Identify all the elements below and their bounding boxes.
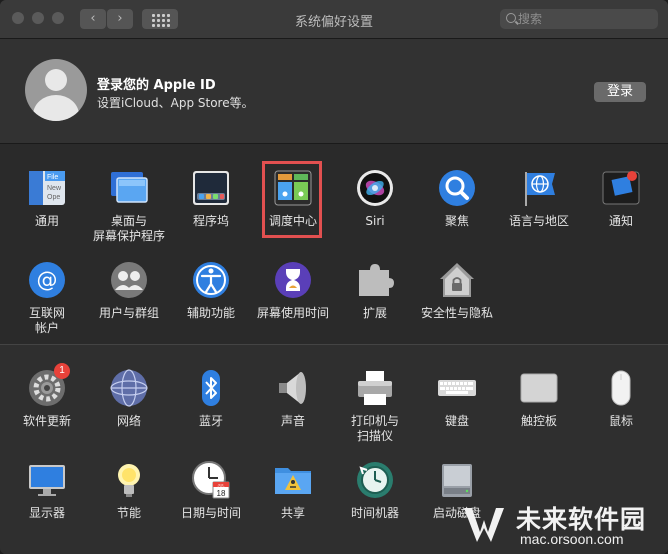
avatar bbox=[25, 59, 87, 121]
pref-label: 键盘 bbox=[444, 414, 469, 428]
pref-label: 鼠标 bbox=[608, 414, 633, 428]
pref-sharing[interactable]: 共享 bbox=[252, 460, 334, 521]
pref-accessibility[interactable]: 辅助功能 bbox=[170, 260, 252, 321]
date-time-icon: JUL 18 bbox=[191, 460, 231, 500]
pref-sound[interactable]: 声音 bbox=[252, 368, 334, 429]
pref-label: 程序坞 bbox=[192, 214, 229, 228]
pref-label: 聚焦 bbox=[444, 214, 469, 228]
pref-language-region[interactable]: 语言与地区 bbox=[498, 168, 580, 229]
login-button[interactable]: 登录 bbox=[594, 82, 646, 102]
pref-internet-accounts[interactable]: @ 互联网 帐户 bbox=[6, 260, 88, 336]
pref-label: 显示器 bbox=[28, 506, 65, 520]
pref-label: Siri bbox=[365, 214, 385, 228]
svg-text:File: File bbox=[47, 174, 58, 181]
pref-extensions[interactable]: 扩展 bbox=[334, 260, 416, 321]
network-icon bbox=[109, 368, 149, 408]
pref-label: 辅助功能 bbox=[186, 306, 235, 320]
pref-notifications[interactable]: 通知 bbox=[580, 168, 662, 229]
pref-desktop-screensaver[interactable]: 桌面与 屏幕保护程序 bbox=[88, 168, 170, 244]
apple-id-title: 登录您的 Apple ID bbox=[97, 78, 216, 93]
system-preferences-window: ‹ › 系统偏好设置 搜索 登录您的 Apple ID 设置iCloud、App… bbox=[0, 0, 668, 554]
pref-mouse[interactable]: 鼠标 bbox=[580, 368, 662, 429]
extensions-icon bbox=[355, 260, 395, 300]
title-bar: ‹ › 系统偏好设置 搜索 bbox=[0, 0, 668, 39]
pref-label: 安全性与隐私 bbox=[420, 306, 493, 320]
pref-dock[interactable]: 程序坞 bbox=[170, 168, 252, 229]
update-count-badge: 1 bbox=[54, 363, 70, 379]
siri-icon bbox=[355, 168, 395, 208]
highlight-box bbox=[262, 161, 322, 238]
pref-date-time[interactable]: JUL 18 日期与时间 bbox=[170, 460, 252, 521]
bluetooth-icon bbox=[191, 368, 231, 408]
trackpad-icon bbox=[519, 368, 559, 408]
software-update-icon: 1 bbox=[27, 363, 70, 408]
general-icon: File New Ope bbox=[27, 168, 67, 208]
pref-label: 共享 bbox=[280, 506, 305, 520]
pref-label: 用户与群组 bbox=[98, 306, 159, 320]
pref-label: 声音 bbox=[280, 414, 305, 428]
pref-users-groups[interactable]: 用户与群组 bbox=[88, 260, 170, 321]
displays-icon bbox=[27, 460, 67, 500]
svg-text:New: New bbox=[47, 185, 62, 192]
pref-label: 互联网 帐户 bbox=[28, 306, 65, 335]
sound-icon bbox=[273, 368, 313, 408]
pref-spotlight[interactable]: 聚焦 bbox=[416, 168, 498, 229]
search-placeholder: 搜索 bbox=[518, 12, 543, 26]
pref-trackpad[interactable]: 触控板 bbox=[498, 368, 580, 429]
svg-text:@: @ bbox=[37, 268, 58, 292]
watermark: 未来软件园 mac.orsoon.com bbox=[460, 492, 668, 554]
desktop-screensaver-icon bbox=[109, 168, 149, 208]
pref-label: 日期与时间 bbox=[180, 506, 241, 520]
pref-label: 节能 bbox=[116, 506, 141, 520]
pref-label: 屏幕使用时间 bbox=[256, 306, 329, 320]
users-groups-icon bbox=[109, 260, 149, 300]
keyboard-icon bbox=[437, 368, 477, 408]
pref-label: 软件更新 bbox=[22, 414, 71, 428]
apple-id-subtitle: 设置iCloud、App Store等。 bbox=[97, 96, 254, 110]
dock-icon bbox=[191, 168, 231, 208]
time-machine-icon bbox=[355, 460, 395, 500]
pref-energy-saver[interactable]: 节能 bbox=[88, 460, 170, 521]
watermark-logo-icon bbox=[464, 508, 504, 542]
pref-label: 蓝牙 bbox=[198, 414, 223, 428]
calendar-day: 18 bbox=[217, 489, 226, 498]
watermark-url: mac.orsoon.com bbox=[520, 531, 624, 547]
pref-label: 通用 bbox=[34, 214, 59, 228]
search-icon bbox=[506, 13, 516, 23]
pref-software-update[interactable]: 1 软件更新 bbox=[6, 363, 88, 429]
pref-label: 打印机与 扫描仪 bbox=[350, 414, 399, 443]
pref-siri[interactable]: Siri bbox=[334, 168, 416, 229]
spotlight-icon bbox=[437, 168, 477, 208]
apple-id-section: 登录您的 Apple ID 设置iCloud、App Store等。 登录 bbox=[0, 39, 668, 143]
language-region-icon bbox=[519, 168, 559, 208]
calendar-month: JUL bbox=[217, 483, 225, 488]
pref-bluetooth[interactable]: 蓝牙 bbox=[170, 368, 252, 429]
svg-text:Ope: Ope bbox=[47, 194, 60, 201]
pref-label: 时间机器 bbox=[350, 506, 399, 520]
pref-label: 触控板 bbox=[520, 414, 557, 428]
pref-label: 通知 bbox=[608, 214, 633, 228]
mouse-icon bbox=[601, 368, 641, 408]
energy-saver-icon bbox=[109, 460, 149, 500]
search-input[interactable]: 搜索 bbox=[500, 9, 658, 29]
security-privacy-icon bbox=[437, 260, 477, 300]
screen-time-icon bbox=[273, 260, 313, 300]
pref-label: 网络 bbox=[116, 414, 141, 428]
notifications-icon bbox=[601, 168, 641, 208]
pref-label: 桌面与 屏幕保护程序 bbox=[92, 214, 165, 243]
pref-security-privacy[interactable]: 安全性与隐私 bbox=[416, 260, 498, 321]
pref-displays[interactable]: 显示器 bbox=[6, 460, 88, 521]
internet-accounts-icon: @ bbox=[27, 260, 67, 300]
printers-scanners-icon bbox=[355, 368, 395, 408]
pref-label: 语言与地区 bbox=[508, 214, 569, 228]
accessibility-icon bbox=[191, 260, 231, 300]
pref-printers-scanners[interactable]: 打印机与 扫描仪 bbox=[334, 368, 416, 444]
pref-time-machine[interactable]: 时间机器 bbox=[334, 460, 416, 521]
pref-label: 扩展 bbox=[362, 306, 387, 320]
sharing-icon bbox=[273, 460, 313, 500]
pref-screen-time[interactable]: 屏幕使用时间 bbox=[252, 260, 334, 321]
pref-keyboard[interactable]: 键盘 bbox=[416, 368, 498, 429]
pref-network[interactable]: 网络 bbox=[88, 368, 170, 429]
pref-general[interactable]: File New Ope 通用 bbox=[6, 168, 88, 229]
